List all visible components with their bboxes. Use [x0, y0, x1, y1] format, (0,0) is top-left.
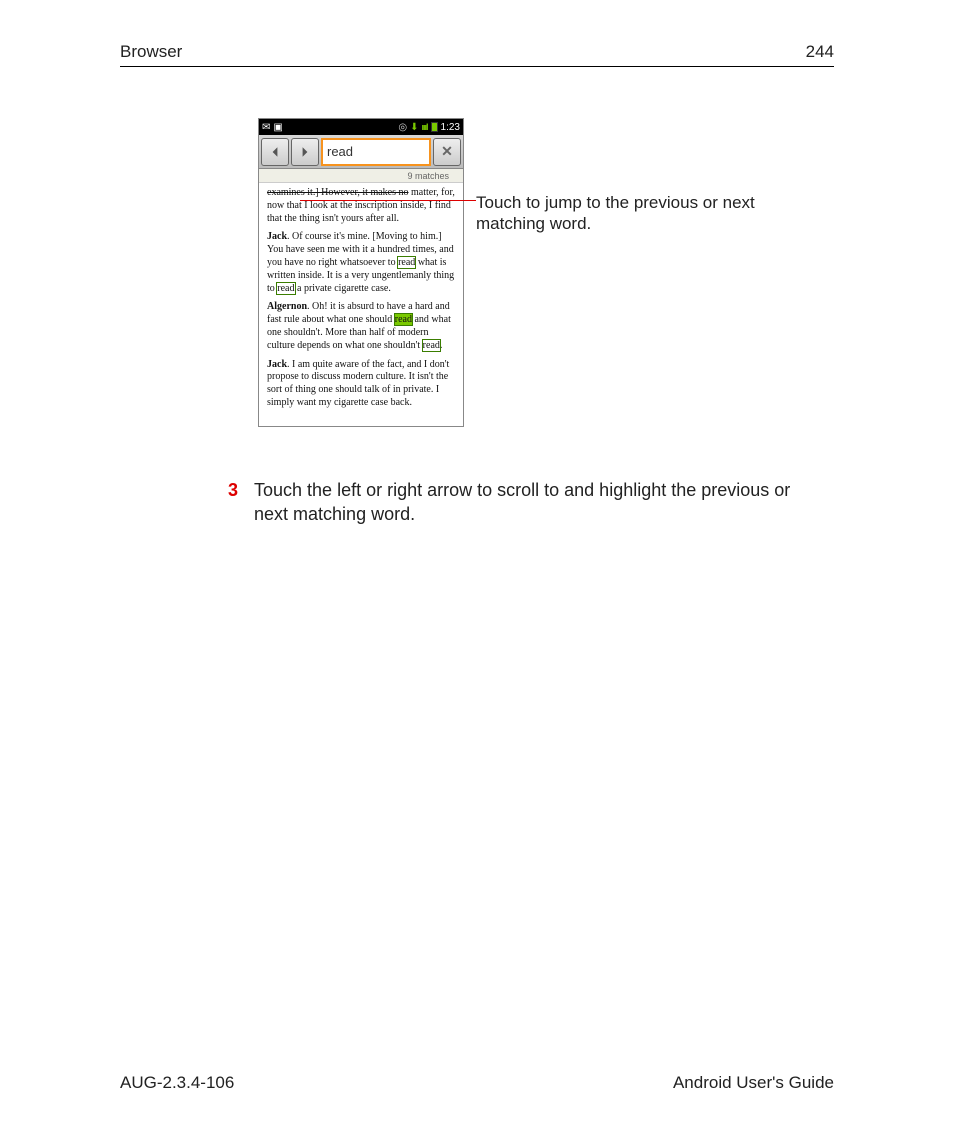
status-bar: ✉ ▣ ◎ ⬇ ıııl 1:23: [259, 119, 463, 135]
chevron-left-icon: [269, 146, 281, 158]
chevron-right-icon: [299, 146, 311, 158]
find-next-button[interactable]: [291, 138, 319, 166]
callout-text: Touch to jump to the previous or next ma…: [476, 192, 786, 235]
status-time: 1:23: [441, 122, 460, 133]
p4a: . I am quite aware of the fact, and I do…: [267, 359, 449, 408]
header-page-number: 244: [806, 42, 834, 62]
paragraph-2: Jack. Of course it's mine. [Moving to hi…: [267, 231, 455, 295]
status-left: ✉ ▣: [262, 122, 283, 133]
footer-doc-id: AUG-2.3.4-106: [120, 1073, 234, 1093]
webview-content[interactable]: examines it.] However, it makes no matte…: [259, 183, 463, 426]
match-read-4: read: [423, 340, 440, 351]
find-input-value: read: [327, 144, 353, 159]
matches-count: 9 matches: [259, 169, 463, 183]
find-close-button[interactable]: ✕: [433, 138, 461, 166]
find-toolbar: read ✕: [259, 135, 463, 169]
callout-leader-line: [300, 200, 476, 201]
signal-icon: ıııl: [422, 122, 428, 132]
phone-screenshot: ✉ ▣ ◎ ⬇ ıııl 1:23 rea: [258, 118, 464, 427]
header-rule: [120, 66, 834, 67]
match-read-2: read: [277, 283, 294, 294]
paragraph-4: Jack. I am quite aware of the fact, and …: [267, 359, 455, 410]
p3-name: Algernon: [267, 301, 307, 312]
page-footer: AUG-2.3.4-106 Android User's Guide: [120, 1073, 834, 1093]
header-section: Browser: [120, 42, 182, 62]
p2-name: Jack: [267, 231, 287, 242]
paragraph-1: examines it.] However, it makes no matte…: [267, 187, 455, 225]
step-number: 3: [228, 478, 238, 527]
find-prev-button[interactable]: [261, 138, 289, 166]
p4-name: Jack: [267, 359, 287, 370]
instruction-step: 3 Touch the left or right arrow to scrol…: [228, 478, 814, 527]
step-text: Touch the left or right arrow to scroll …: [254, 478, 814, 527]
footer-guide-title: Android User's Guide: [673, 1073, 834, 1093]
phone-frame: ✉ ▣ ◎ ⬇ ıııl 1:23 rea: [258, 118, 464, 427]
paragraph-3: Algernon. Oh! it is absurd to have a har…: [267, 301, 455, 352]
status-right: ◎ ⬇ ıııl 1:23: [398, 122, 460, 133]
match-read-1: read: [398, 257, 415, 268]
close-icon: ✕: [441, 143, 453, 160]
find-input[interactable]: read: [321, 138, 431, 166]
mail-icon: ✉: [262, 122, 270, 133]
screen-icon: ▣: [273, 122, 282, 133]
p2c: a private cigarette case.: [295, 283, 391, 294]
p3c: .: [440, 340, 443, 351]
page-header: Browser 244: [120, 42, 834, 62]
battery-icon: [431, 122, 438, 132]
match-read-current: read: [395, 314, 412, 325]
p1-struck: examines it.] However, it makes no: [267, 187, 409, 198]
target-icon: ◎: [398, 122, 407, 133]
download-icon: ⬇: [410, 122, 418, 133]
